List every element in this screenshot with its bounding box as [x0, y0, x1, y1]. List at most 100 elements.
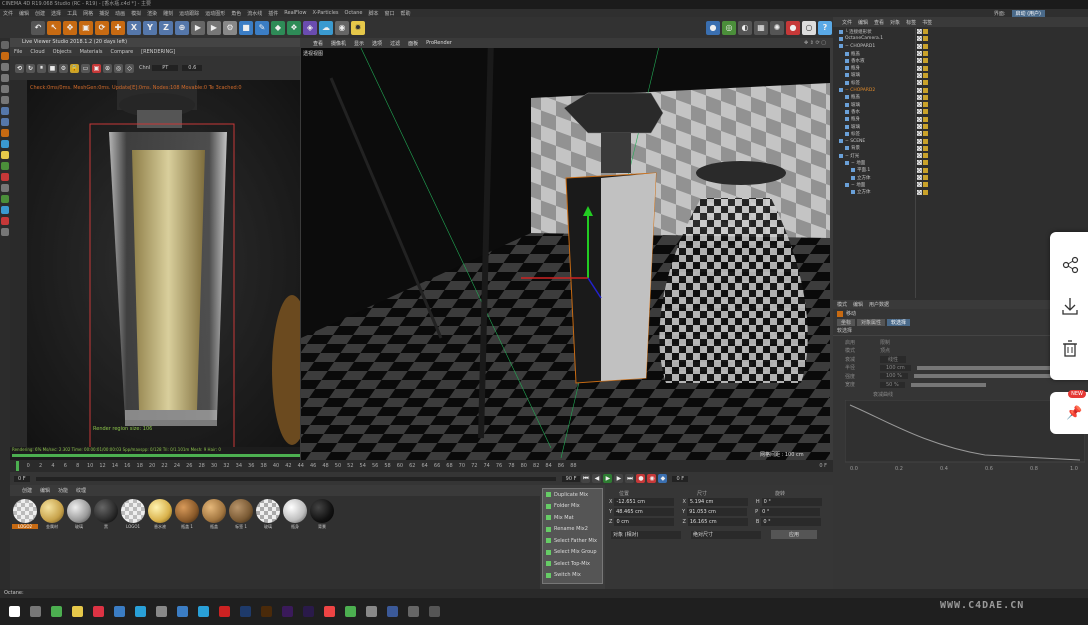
texture-mode-icon[interactable]	[1, 63, 9, 71]
material-tag-icon[interactable]	[917, 160, 922, 166]
material-tag-icon[interactable]	[923, 36, 928, 42]
material-tag-icon[interactable]	[917, 102, 922, 108]
undo-icon[interactable]: ↶	[31, 20, 45, 35]
object-tag-row[interactable]	[917, 181, 947, 188]
stop-icon[interactable]: ■	[48, 63, 57, 73]
menu-mix-mat[interactable]: Mix Mat	[543, 512, 602, 524]
app-icon[interactable]	[429, 606, 440, 617]
tweak-mode-icon[interactable]	[1, 118, 9, 126]
record-icon[interactable]: ●	[786, 20, 800, 35]
object-tag-row[interactable]	[917, 72, 947, 79]
render-picture-icon[interactable]: ▶	[207, 20, 221, 35]
sphere-icon[interactable]: ◐	[738, 20, 752, 35]
make-editable-icon[interactable]	[1, 41, 9, 49]
light-icon[interactable]: ✹	[351, 20, 365, 35]
object-row[interactable]: 标签	[835, 79, 915, 86]
menu-item[interactable]: 运动图形	[205, 10, 225, 17]
menu-select-mix-group[interactable]: Select Mix Group	[543, 547, 602, 559]
select-tool-icon[interactable]: ↖	[47, 20, 61, 35]
scale-tool-icon[interactable]: ▣	[79, 20, 93, 35]
material-tag-icon[interactable]	[923, 87, 928, 93]
material-tag-icon[interactable]	[923, 153, 928, 159]
frame-field[interactable]: 0 F	[672, 475, 689, 482]
folder-icon[interactable]	[72, 606, 83, 617]
next-frame-icon[interactable]: ▶	[614, 474, 624, 483]
material-tag-icon[interactable]	[917, 175, 922, 181]
start-icon[interactable]	[9, 606, 20, 617]
material-tag-icon[interactable]	[917, 167, 922, 173]
mat-menu-texture[interactable]: 纹理	[76, 487, 86, 494]
prev-frame-icon[interactable]: ◀	[592, 474, 602, 483]
material-tag-icon[interactable]	[917, 145, 922, 151]
obj-menu-bookmarks[interactable]: 书签	[922, 19, 932, 26]
object-tag-row[interactable]	[917, 189, 947, 196]
material-item[interactable]: LOGO1	[120, 499, 146, 533]
qq-icon[interactable]	[198, 606, 209, 617]
size-mode-select[interactable]: 绝对尺寸	[691, 530, 761, 539]
record-key-icon[interactable]: ●	[636, 474, 646, 483]
menu-item[interactable]: Octane	[345, 10, 363, 16]
object-row[interactable]: 立方体	[835, 189, 915, 196]
pick-white-balance-icon[interactable]: ◇	[125, 63, 134, 73]
texture-icon[interactable]: ▦	[754, 20, 768, 35]
model-mode-icon[interactable]	[1, 52, 9, 60]
move-tool-icon[interactable]: ✥	[63, 20, 77, 35]
material-tag-icon[interactable]	[917, 131, 922, 137]
menu-item[interactable]: 帮助	[401, 10, 411, 17]
cube-icon[interactable]: ■	[239, 20, 253, 35]
points-mode-icon[interactable]	[1, 74, 9, 82]
object-row[interactable]: 香水液	[835, 57, 915, 64]
material-tag-icon[interactable]	[917, 109, 922, 115]
material-tag-icon[interactable]	[917, 43, 922, 49]
material-item[interactable]: 玻璃	[255, 499, 281, 533]
sculpt-icon[interactable]	[1, 184, 9, 192]
menu-item[interactable]: 网格	[83, 10, 93, 17]
photoshop-icon[interactable]	[240, 606, 251, 617]
illustrator-icon[interactable]	[261, 606, 272, 617]
material-tag-icon[interactable]	[917, 65, 922, 71]
polygons-mode-icon[interactable]	[1, 96, 9, 104]
store-icon[interactable]	[177, 606, 188, 617]
material-tag-icon[interactable]	[923, 109, 928, 115]
object-tag-row[interactable]	[917, 108, 947, 115]
object-row[interactable]: − CHOPARD1	[835, 43, 915, 50]
pause-icon[interactable]: ⏸	[37, 63, 46, 73]
object-tag-row[interactable]	[917, 116, 947, 123]
render-settings-icon[interactable]: ⚙	[223, 20, 237, 35]
send-scene-icon[interactable]: ⟲	[15, 63, 24, 73]
extra-tool-icon[interactable]	[1, 228, 9, 236]
task-view-icon[interactable]	[30, 606, 41, 617]
share-icon[interactable]	[1062, 256, 1079, 274]
material-tag-icon[interactable]	[923, 58, 928, 64]
object-tag-row[interactable]	[917, 64, 947, 71]
vp-menu-panel[interactable]: 面板	[408, 40, 418, 47]
attr-menu-mode[interactable]: 模式	[837, 301, 847, 308]
object-tag-row[interactable]	[917, 28, 947, 35]
coord-mode-select[interactable]: 对象 (相对)	[611, 530, 681, 539]
object-row[interactable]: 瓶身	[835, 64, 915, 71]
material-tag-icon[interactable]	[917, 138, 922, 144]
object-tag-row[interactable]	[917, 43, 947, 50]
material-tag-icon[interactable]	[923, 138, 928, 144]
obj-menu-object[interactable]: 对象	[890, 19, 900, 26]
pick-material-icon[interactable]: ◎	[114, 63, 123, 73]
pin-panel[interactable]: NEW 📌	[1050, 390, 1088, 434]
strength-slider[interactable]	[913, 374, 1064, 379]
lv-menu-materials[interactable]: Materials	[80, 49, 103, 55]
material-item[interactable]: 黑	[93, 499, 119, 533]
rot-p-field[interactable]: 0 °	[760, 508, 821, 516]
restart-icon[interactable]: ↻	[26, 63, 35, 73]
search-icon[interactable]	[93, 606, 104, 617]
settings-icon[interactable]: ⚙	[59, 63, 68, 73]
z-axis-icon[interactable]: Z	[159, 20, 173, 35]
snap-icon[interactable]	[1, 129, 9, 137]
menu-select-top-mix[interactable]: Select Top-Mix	[543, 558, 602, 570]
object-row[interactable]: 背景	[835, 145, 915, 152]
vp-menu-view[interactable]: 查看	[313, 40, 323, 47]
material-tag-icon[interactable]	[923, 175, 928, 181]
material-tag-icon[interactable]	[923, 94, 928, 100]
lv-menu-cloud[interactable]: Cloud	[30, 49, 44, 55]
vp-menu-options[interactable]: 选项	[372, 40, 382, 47]
rot-h-field[interactable]: 0 °	[761, 498, 822, 506]
object-tag-row[interactable]	[917, 130, 947, 137]
